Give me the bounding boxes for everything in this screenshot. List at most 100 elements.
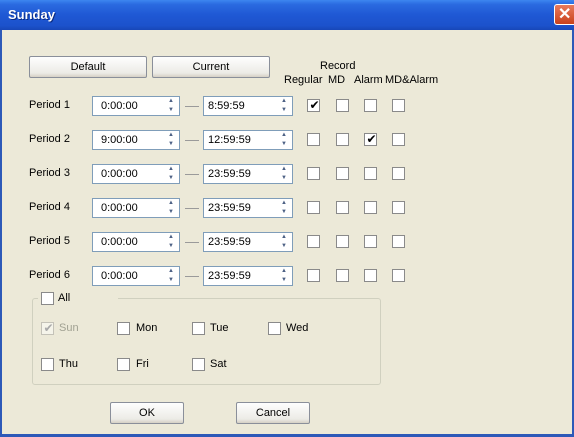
period-6-md-alarm-checkbox[interactable] bbox=[392, 269, 405, 282]
spin-up-icon[interactable]: ▲ bbox=[276, 199, 292, 208]
spin-down-icon[interactable]: ▼ bbox=[163, 174, 179, 183]
period-5-label: Period 5 bbox=[29, 235, 70, 247]
period-6-end-time-value: 23:59:59 bbox=[208, 270, 251, 282]
wed-label: Wed bbox=[286, 322, 309, 334]
spin-down-icon[interactable]: ▼ bbox=[163, 106, 179, 115]
period-2-start-spinner[interactable]: ▲ ▼ bbox=[163, 131, 179, 149]
period-3-start-time-input[interactable]: 0:00:00 ▲ ▼ bbox=[92, 164, 180, 184]
period-6-end-time-input[interactable]: 23:59:59 ▲ ▼ bbox=[203, 266, 293, 286]
all-days-checkbox[interactable] bbox=[41, 292, 54, 305]
period-6-start-time-input[interactable]: 0:00:00 ▲ ▼ bbox=[92, 266, 180, 286]
period-1-md-checkbox[interactable] bbox=[336, 99, 349, 112]
all-days-label: All bbox=[58, 292, 71, 304]
period-3-md-checkbox[interactable] bbox=[336, 167, 349, 180]
wed-checkbox[interactable] bbox=[268, 322, 281, 335]
period-1-start-spinner[interactable]: ▲ ▼ bbox=[163, 97, 179, 115]
period-4-end-time-value: 23:59:59 bbox=[208, 202, 251, 214]
spin-down-icon[interactable]: ▼ bbox=[276, 242, 292, 251]
period-3-end-spinner[interactable]: ▲ ▼ bbox=[276, 165, 292, 183]
period-3-end-time-input[interactable]: 23:59:59 ▲ ▼ bbox=[203, 164, 293, 184]
sat-label: Sat bbox=[210, 358, 227, 370]
spin-up-icon[interactable]: ▲ bbox=[163, 165, 179, 174]
period-6-range-dash bbox=[185, 276, 199, 277]
spin-up-icon[interactable]: ▲ bbox=[276, 131, 292, 140]
close-button[interactable]: ✕ bbox=[554, 4, 574, 25]
column-md: MD bbox=[328, 74, 346, 86]
period-4-end-spinner[interactable]: ▲ ▼ bbox=[276, 199, 292, 217]
period-1-regular-checkbox[interactable]: ✔ bbox=[307, 98, 320, 112]
period-6-regular-checkbox[interactable] bbox=[307, 269, 320, 282]
period-5-alarm-checkbox[interactable] bbox=[364, 235, 377, 248]
spin-down-icon[interactable]: ▼ bbox=[163, 242, 179, 251]
cancel-button[interactable]: Cancel bbox=[236, 402, 310, 424]
period-3-alarm-checkbox[interactable] bbox=[364, 167, 377, 180]
period-2-end-time-input[interactable]: 12:59:59 ▲ ▼ bbox=[203, 130, 293, 150]
spin-down-icon[interactable]: ▼ bbox=[276, 208, 292, 217]
period-4-alarm-checkbox[interactable] bbox=[364, 201, 377, 214]
period-5-md-checkbox[interactable] bbox=[336, 235, 349, 248]
spin-up-icon[interactable]: ▲ bbox=[276, 165, 292, 174]
spin-down-icon[interactable]: ▼ bbox=[276, 106, 292, 115]
period-5-start-spinner[interactable]: ▲ ▼ bbox=[163, 233, 179, 251]
title-bar[interactable]: Sunday ✕ bbox=[0, 0, 574, 30]
period-5-end-spinner[interactable]: ▲ ▼ bbox=[276, 233, 292, 251]
period-2-md-checkbox[interactable] bbox=[336, 133, 349, 146]
spin-down-icon[interactable]: ▼ bbox=[163, 140, 179, 149]
sun-checkbox[interactable]: ✔ bbox=[41, 321, 54, 335]
spin-down-icon[interactable]: ▼ bbox=[276, 140, 292, 149]
period-2-alarm-checkbox[interactable]: ✔ bbox=[364, 132, 377, 146]
spin-up-icon[interactable]: ▲ bbox=[163, 131, 179, 140]
spin-down-icon[interactable]: ▼ bbox=[163, 276, 179, 285]
period-2-md-alarm-checkbox[interactable] bbox=[392, 133, 405, 146]
period-4-end-time-input[interactable]: 23:59:59 ▲ ▼ bbox=[203, 198, 293, 218]
period-1-end-time-input[interactable]: 8:59:59 ▲ ▼ bbox=[203, 96, 293, 116]
period-1-alarm-checkbox[interactable] bbox=[364, 99, 377, 112]
period-2-start-time-input[interactable]: 9:00:00 ▲ ▼ bbox=[92, 130, 180, 150]
period-1-start-time-input[interactable]: 0:00:00 ▲ ▼ bbox=[92, 96, 180, 116]
spin-down-icon[interactable]: ▼ bbox=[163, 208, 179, 217]
mon-checkbox[interactable] bbox=[117, 322, 130, 335]
period-1-range-dash bbox=[185, 106, 199, 107]
sun-label: Sun bbox=[59, 322, 79, 334]
current-button[interactable]: Current bbox=[152, 56, 270, 78]
period-3-md-alarm-checkbox[interactable] bbox=[392, 167, 405, 180]
period-6-md-checkbox[interactable] bbox=[336, 269, 349, 282]
period-5-md-alarm-checkbox[interactable] bbox=[392, 235, 405, 248]
period-6-label: Period 6 bbox=[29, 269, 70, 281]
period-2-end-spinner[interactable]: ▲ ▼ bbox=[276, 131, 292, 149]
period-5-regular-checkbox[interactable] bbox=[307, 235, 320, 248]
spin-down-icon[interactable]: ▼ bbox=[276, 174, 292, 183]
ok-button[interactable]: OK bbox=[110, 402, 184, 424]
spin-down-icon[interactable]: ▼ bbox=[276, 276, 292, 285]
spin-up-icon[interactable]: ▲ bbox=[163, 97, 179, 106]
period-6-end-spinner[interactable]: ▲ ▼ bbox=[276, 267, 292, 285]
period-3-end-time-value: 23:59:59 bbox=[208, 168, 251, 180]
period-6-alarm-checkbox[interactable] bbox=[364, 269, 377, 282]
spin-up-icon[interactable]: ▲ bbox=[163, 267, 179, 276]
sat-checkbox[interactable] bbox=[192, 358, 205, 371]
default-button[interactable]: Default bbox=[29, 56, 147, 78]
period-2-regular-checkbox[interactable] bbox=[307, 133, 320, 146]
period-1-end-spinner[interactable]: ▲ ▼ bbox=[276, 97, 292, 115]
spin-up-icon[interactable]: ▲ bbox=[163, 199, 179, 208]
period-5-start-time-input[interactable]: 0:00:00 ▲ ▼ bbox=[92, 232, 180, 252]
fri-checkbox[interactable] bbox=[117, 358, 130, 371]
period-4-regular-checkbox[interactable] bbox=[307, 201, 320, 214]
spin-up-icon[interactable]: ▲ bbox=[276, 233, 292, 242]
period-4-start-spinner[interactable]: ▲ ▼ bbox=[163, 199, 179, 217]
period-6-start-spinner[interactable]: ▲ ▼ bbox=[163, 267, 179, 285]
spin-up-icon[interactable]: ▲ bbox=[276, 97, 292, 106]
period-5-end-time-input[interactable]: 23:59:59 ▲ ▼ bbox=[203, 232, 293, 252]
period-4-md-alarm-checkbox[interactable] bbox=[392, 201, 405, 214]
thu-checkbox[interactable] bbox=[41, 358, 54, 371]
spin-up-icon[interactable]: ▲ bbox=[163, 233, 179, 242]
spin-up-icon[interactable]: ▲ bbox=[276, 267, 292, 276]
period-3-start-spinner[interactable]: ▲ ▼ bbox=[163, 165, 179, 183]
period-4-start-time-input[interactable]: 0:00:00 ▲ ▼ bbox=[92, 198, 180, 218]
period-1-md-alarm-checkbox[interactable] bbox=[392, 99, 405, 112]
period-3-regular-checkbox[interactable] bbox=[307, 167, 320, 180]
period-5-end-time-value: 23:59:59 bbox=[208, 236, 251, 248]
period-4-md-checkbox[interactable] bbox=[336, 201, 349, 214]
period-3-range-dash bbox=[185, 174, 199, 175]
tue-checkbox[interactable] bbox=[192, 322, 205, 335]
